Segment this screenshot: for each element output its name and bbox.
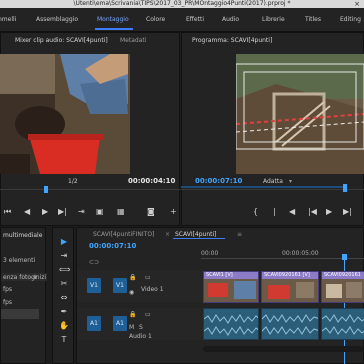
program-fit-select[interactable]: Adatta bbox=[263, 178, 283, 185]
sync-icon[interactable]: ▭ bbox=[145, 311, 151, 318]
mark-in-icon[interactable]: { bbox=[253, 207, 258, 216]
active-tab-underline bbox=[173, 238, 225, 239]
program-video-frame bbox=[236, 54, 364, 174]
snap-icon[interactable]: ⊂⊃ bbox=[89, 259, 99, 266]
slip-tool-icon[interactable]: ⇔ bbox=[59, 293, 69, 303]
program-progress bbox=[181, 186, 343, 188]
chevron-down-icon[interactable]: ▾ bbox=[289, 178, 292, 185]
active-workspace-underline bbox=[95, 28, 133, 30]
audio-track-header: A1 A1 🔒 ▭ M S Audio 1 bbox=[77, 308, 203, 340]
timeline-timecode: 00:00:07:10 bbox=[89, 242, 137, 250]
mark-icon[interactable]: ⇥ bbox=[78, 207, 85, 216]
title-bar: \Utenti\ema\Scrivania\TIPS\2017_03_PR\MO… bbox=[0, 0, 364, 8]
rewind-icon[interactable]: ◀ bbox=[24, 207, 30, 216]
workspace-bar: nmelli Assemblaggio Montaggio Colore Eff… bbox=[0, 8, 364, 32]
source-duration-timecode: 00:00:04:10 bbox=[128, 177, 176, 185]
list-item-selected[interactable] bbox=[1, 309, 39, 319]
target-track-v1[interactable]: V1 bbox=[113, 278, 127, 293]
workspace-tab-librerie[interactable]: Librerie bbox=[262, 16, 285, 23]
workspace-tab-editing[interactable]: Editing bbox=[340, 16, 361, 23]
eye-icon[interactable]: ◉ bbox=[129, 289, 134, 296]
razor-tool-icon[interactable]: ✂ bbox=[59, 279, 69, 289]
insert-icon[interactable]: ▣ bbox=[96, 207, 104, 216]
tab-media-browser[interactable]: multimediale bbox=[3, 232, 42, 239]
program-timecode: 00:00:07:10 bbox=[195, 177, 243, 185]
video-clip[interactable]: SCAVI0920161 [V] bbox=[261, 271, 319, 303]
lock-icon[interactable]: 🔒 bbox=[129, 311, 136, 318]
video-track-header: V1 V1 🔒 ▭ ◉ Video 1 bbox=[77, 270, 203, 302]
list-item[interactable]: fps bbox=[1, 298, 47, 306]
source-playhead[interactable] bbox=[44, 186, 48, 193]
target-track-a1[interactable]: A1 bbox=[113, 316, 127, 331]
tools-panel: ▶ ⇥ ⟺ ✂ ⇔ ✒ ✋ T bbox=[52, 227, 74, 364]
go-to-in-icon[interactable]: | bbox=[273, 207, 276, 216]
panel-menu-icon[interactable]: ≡ bbox=[237, 231, 242, 238]
program-controls: 00:00:07:10 Adatta ▾ { | ◀ |◀ ▶ ▶| bbox=[181, 174, 364, 226]
video-clip[interactable]: SCAVI0920161 bbox=[321, 271, 364, 303]
program-playhead[interactable] bbox=[343, 184, 347, 192]
selection-tool-icon[interactable]: ▶ bbox=[59, 237, 69, 247]
list-item[interactable]: enza fotogr Inizi bbox=[1, 273, 47, 281]
tab-sequence-4punti[interactable]: SCAVI[4punti] bbox=[175, 231, 217, 238]
audio-clip[interactable] bbox=[321, 308, 364, 340]
workspace-tab-audio[interactable]: Audio bbox=[222, 16, 239, 23]
workspace-tab-assemblaggio[interactable]: Assemblaggio bbox=[36, 16, 78, 23]
mute-button[interactable]: M bbox=[129, 324, 134, 331]
source-patch-v1[interactable]: V1 bbox=[87, 278, 101, 293]
tab-program[interactable]: Programma: SCAVI[4punti] bbox=[192, 37, 272, 44]
add-icon[interactable]: + bbox=[170, 207, 177, 216]
hand-tool-icon[interactable]: ✋ bbox=[59, 321, 69, 331]
premiere-window: \Utenti\ema\Scrivania\TIPS\2017_03_PR\MO… bbox=[0, 0, 364, 364]
ruler-tick-start: 00:00 bbox=[201, 250, 219, 257]
time-ruler[interactable] bbox=[201, 258, 364, 259]
workspace-tab-effetti[interactable]: Effetti bbox=[186, 16, 204, 23]
step-back-icon[interactable]: ◀ bbox=[289, 207, 295, 216]
workspace-tab-montaggio[interactable]: Montaggio bbox=[97, 16, 129, 23]
tab-sequence-finito[interactable]: SCAVI[4puntiFINITO] bbox=[93, 231, 154, 238]
tab-audio-clip-mixer[interactable]: Mixer clip audio: SCAVI[4punti] bbox=[15, 37, 108, 44]
pen-tool-icon[interactable]: ✒ bbox=[59, 307, 69, 317]
program-scrub-bar[interactable] bbox=[181, 189, 364, 190]
source-patch-a1[interactable]: A1 bbox=[87, 316, 101, 331]
audio-clip[interactable] bbox=[203, 308, 259, 340]
close-icon[interactable]: × bbox=[354, 0, 360, 8]
item-count: 3 elementi bbox=[3, 257, 36, 264]
workspace-tab-strumenti[interactable]: nmelli bbox=[0, 16, 16, 23]
audio-clip[interactable] bbox=[261, 308, 319, 340]
lock-icon[interactable]: 🔒 bbox=[129, 274, 136, 281]
workspace-tab-colore[interactable]: Colore bbox=[146, 16, 165, 23]
prev-frame-icon[interactable]: |◀ bbox=[308, 207, 317, 216]
ruler-tick-5s: 00:00:05:00 bbox=[282, 250, 319, 257]
list-item[interactable]: fps bbox=[1, 285, 47, 293]
source-zoom-select[interactable]: 1/2 bbox=[68, 178, 78, 185]
ripple-edit-tool-icon[interactable]: ⟺ bbox=[59, 265, 70, 275]
solo-button[interactable]: S bbox=[139, 324, 143, 331]
play-icon[interactable]: ▶ bbox=[42, 207, 48, 216]
close-icon[interactable]: × bbox=[165, 231, 170, 238]
tab-metadata[interactable]: Metadati bbox=[120, 37, 146, 44]
window-title: \Utenti\ema\Scrivania\TIPS\2017_03_PR\MO… bbox=[73, 0, 291, 7]
type-tool-icon[interactable]: T bbox=[59, 335, 69, 345]
play-icon[interactable]: ▶ bbox=[326, 207, 332, 216]
workspace-tab-titles[interactable]: Titles bbox=[305, 16, 321, 23]
track-name-audio: Audio 1 bbox=[129, 333, 152, 340]
source-video-frame bbox=[0, 54, 130, 174]
source-controls: 1/2 00:00:04:10 ⏮ ◀ ▶ ▶| ⇥ ▣ ▦ ◙ + bbox=[0, 174, 180, 226]
overwrite-icon[interactable]: ▦ bbox=[117, 207, 125, 216]
sync-icon[interactable]: ▭ bbox=[145, 274, 151, 281]
next-frame-icon[interactable]: ▶| bbox=[343, 207, 352, 216]
timeline-scrollbar[interactable] bbox=[203, 346, 363, 352]
camera-icon[interactable]: ◙ bbox=[147, 207, 155, 216]
video-clip[interactable]: SCAVI1 [V] bbox=[203, 271, 259, 303]
forward-icon[interactable]: ▶| bbox=[58, 207, 67, 216]
timeline-panel: SCAVI[4puntiFINITO] × SCAVI[4punti] ≡ 00… bbox=[76, 227, 364, 364]
project-panel: multimediale 3 elementi enza fotogr Iniz… bbox=[0, 227, 47, 364]
track-select-tool-icon[interactable]: ⇥ bbox=[59, 251, 69, 261]
step-back-icon[interactable]: ⏮ bbox=[4, 207, 11, 217]
track-name-video: Video 1 bbox=[141, 286, 164, 293]
source-scrub-bar[interactable] bbox=[0, 189, 180, 190]
